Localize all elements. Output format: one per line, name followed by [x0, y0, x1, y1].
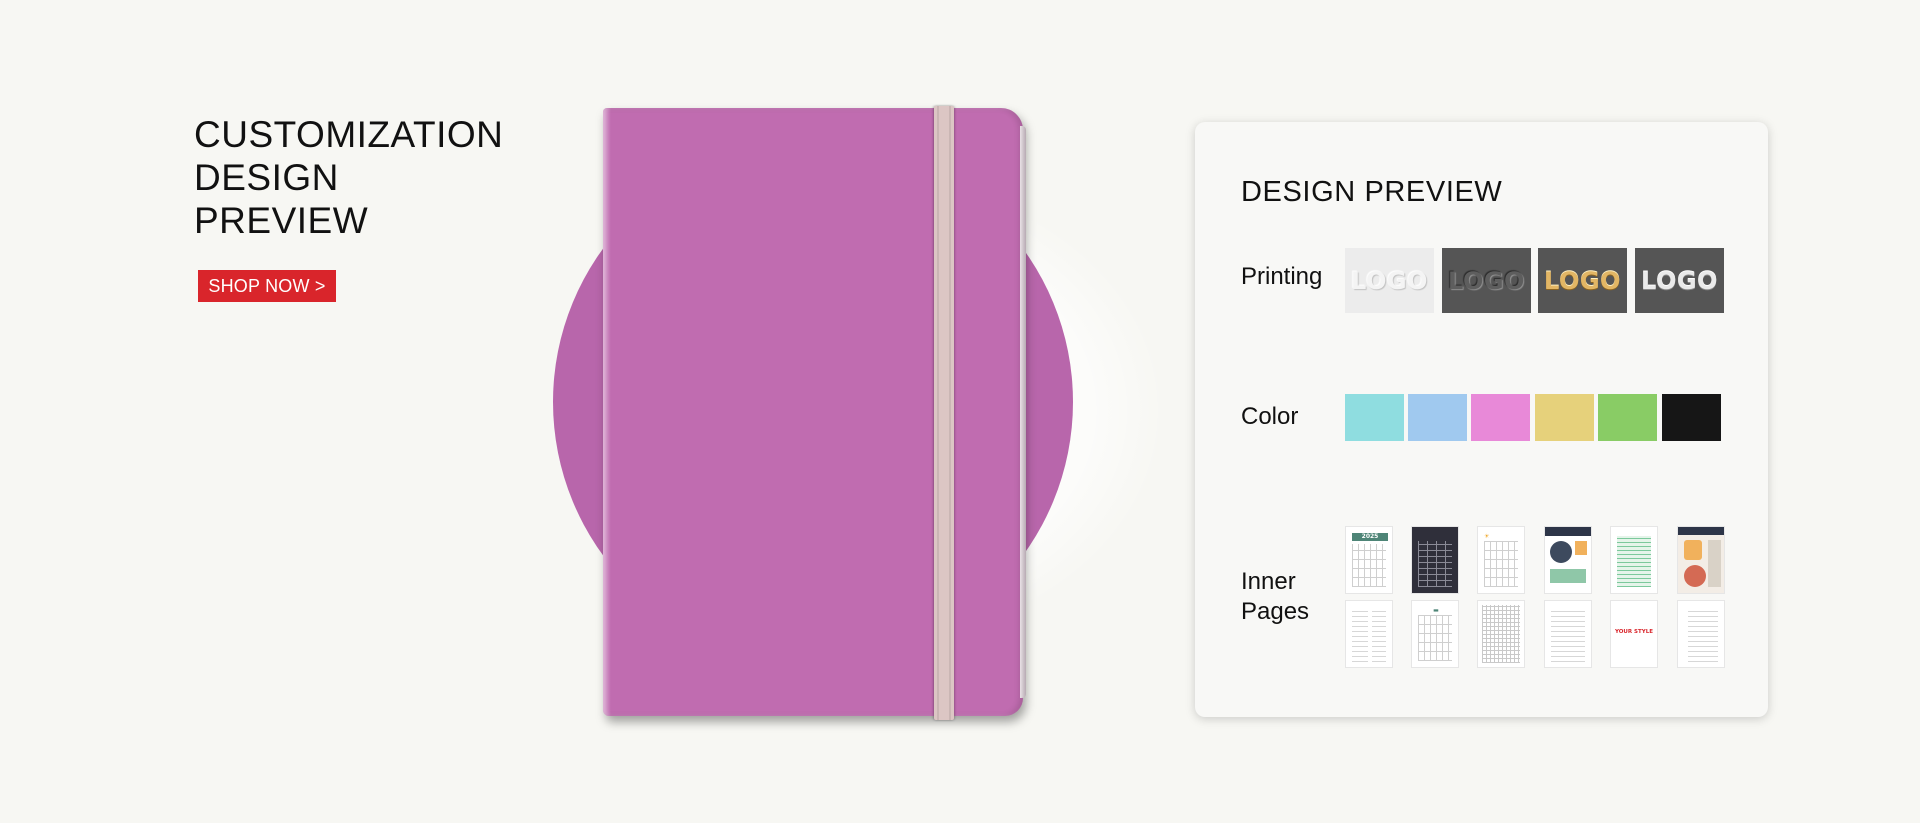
inner-page-pattern — [1551, 607, 1585, 662]
color-swatch-green[interactable] — [1598, 394, 1657, 441]
inner-page-rect — [1708, 540, 1721, 587]
inner-page-pattern — [1352, 544, 1386, 587]
inner-page-square — [1684, 540, 1702, 560]
color-swatch-yellow[interactable] — [1535, 394, 1594, 441]
inner-page-vision-board[interactable] — [1544, 526, 1592, 594]
inner-page-table-green[interactable] — [1610, 526, 1658, 594]
inner-page-sun-mark: ☀ — [1484, 533, 1490, 540]
color-swatch-blue[interactable] — [1408, 394, 1467, 441]
inner-page-pattern — [1418, 541, 1452, 587]
notebook-product-image — [603, 106, 1026, 720]
panel-title: DESIGN PREVIEW — [1241, 176, 1503, 208]
inner-page-graph[interactable] — [1477, 600, 1525, 668]
inner-page-header-bar — [1545, 527, 1591, 536]
inner-page-pattern — [1484, 541, 1518, 587]
color-swatch-black[interactable] — [1662, 394, 1721, 441]
color-swatch-teal[interactable] — [1345, 394, 1404, 441]
inner-page-lined-plain[interactable] — [1677, 600, 1725, 668]
inner-page-header-bar — [1678, 527, 1724, 535]
notebook-page-edge — [1020, 126, 1026, 698]
printing-label: Printing — [1241, 263, 1323, 290]
inner-page-dark-planner[interactable] — [1411, 526, 1459, 594]
inner-page-pattern — [1418, 615, 1452, 661]
inner-page-rect — [1550, 569, 1586, 583]
inner-page-title-mark: ▬ — [1433, 607, 1439, 614]
inner-page-pattern — [1617, 536, 1651, 587]
inner-page-monthly-calendar[interactable]: ▬ — [1411, 600, 1459, 668]
hero-title: CUSTOMIZATION DESIGN PREVIEW — [194, 113, 503, 242]
inner-page-square — [1575, 541, 1587, 555]
inner-page-year-label: 2025 — [1352, 533, 1388, 541]
inner-pages-label: Inner Pages — [1241, 567, 1309, 627]
inner-page-circle — [1684, 565, 1706, 587]
color-label: Color — [1241, 403, 1299, 430]
inner-pages-label-line-1: Inner — [1241, 568, 1296, 595]
inner-page-monthly-grid[interactable]: ☀ — [1477, 526, 1525, 594]
printing-option-silver-foil[interactable]: LOGO — [1635, 248, 1724, 313]
inner-pages-label-line-2: Pages — [1241, 598, 1310, 625]
inner-page-custom[interactable]: YOUR STYLE — [1610, 600, 1658, 668]
printing-option-deboss[interactable]: LOGO — [1442, 248, 1531, 313]
inner-page-custom-text: YOUR STYLE — [1614, 629, 1654, 635]
shop-now-button[interactable]: SHOP NOW > — [198, 270, 336, 302]
hero-title-line-1: CUSTOMIZATION — [194, 114, 504, 155]
inner-page-lined[interactable] — [1544, 600, 1592, 668]
inner-page-weekly[interactable] — [1345, 600, 1393, 668]
inner-page-pattern — [1482, 605, 1520, 663]
inner-page-circle — [1550, 541, 1572, 563]
printing-option-blind-emboss[interactable]: LOGO — [1345, 248, 1434, 313]
inner-page-calendar-year[interactable]: 2025 — [1345, 526, 1393, 594]
elastic-strap — [934, 106, 954, 720]
hero-title-line-3: PREVIEW — [194, 200, 369, 241]
inner-page-pattern — [1352, 609, 1368, 662]
inner-page-pattern-2 — [1372, 609, 1386, 662]
design-preview-panel: DESIGN PREVIEW Printing LOGO LOGO LOGO L… — [1195, 122, 1768, 717]
color-swatch-pink[interactable] — [1471, 394, 1530, 441]
notebook-spine — [603, 108, 611, 716]
inner-page-collage[interactable] — [1677, 526, 1725, 594]
hero-title-line-2: DESIGN — [194, 157, 339, 198]
printing-option-gold-foil[interactable]: LOGO — [1538, 248, 1627, 313]
inner-page-pattern — [1688, 607, 1718, 662]
